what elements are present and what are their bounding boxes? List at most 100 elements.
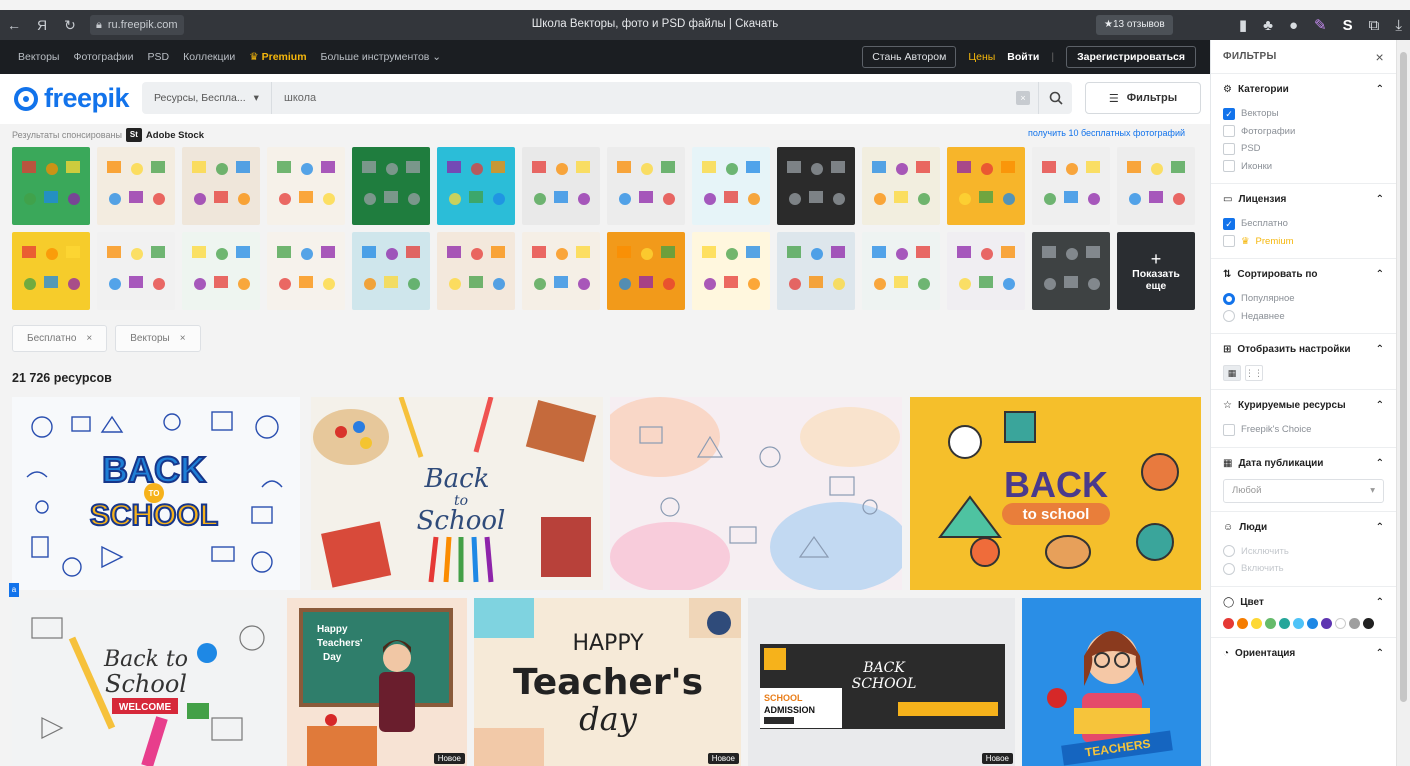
sponsored-thumbnail[interactable] <box>352 232 430 310</box>
radio[interactable] <box>1223 310 1235 323</box>
section-header[interactable]: ⚙ Категории ⌃ <box>1223 84 1384 95</box>
checkbox[interactable] <box>1223 423 1235 436</box>
curated-option-freepik-choice[interactable]: Freepik's Choice <box>1223 421 1384 439</box>
filters-button[interactable]: ☰ Фильтры <box>1085 82 1201 114</box>
chevron-up-icon[interactable]: ⌃ <box>1376 194 1384 205</box>
nav-vectors[interactable]: Векторы <box>18 51 59 63</box>
sponsored-thumbnail[interactable] <box>1117 147 1195 225</box>
radio[interactable] <box>1223 545 1235 558</box>
color-swatch[interactable] <box>1279 617 1290 629</box>
result-teachers-girl-reading[interactable]: TEACHERS <box>1022 598 1201 766</box>
reload-icon[interactable]: ↻ <box>56 17 84 34</box>
date-select[interactable]: Любой ▾ <box>1223 478 1384 503</box>
nav-more-tools[interactable]: Больше инструментов ⌄ <box>321 51 442 63</box>
sponsored-thumbnail[interactable] <box>607 147 685 225</box>
section-header[interactable]: ▭ Лицензия ⌃ <box>1223 194 1384 205</box>
section-header[interactable]: ▦ Дата публикации ⌃ <box>1223 458 1384 469</box>
become-author-button[interactable]: Стань Автором <box>862 46 957 68</box>
address-bar[interactable]: 🔒︎ ru.freepik.com <box>90 15 184 35</box>
radio[interactable] <box>1223 292 1235 305</box>
freepik-logo[interactable]: freepik <box>12 83 130 114</box>
license-option-free[interactable]: ✓ Бесплатно <box>1223 215 1384 233</box>
result-happy-teachers-day-board[interactable]: Happy Teachers' Day Новое <box>287 598 467 766</box>
section-header[interactable]: ☆ Курируемые ресурсы ⌃ <box>1223 400 1384 411</box>
sponsored-thumbnail[interactable] <box>947 232 1025 310</box>
result-back-to-school-yellow[interactable]: BACK to school <box>910 397 1201 590</box>
color-swatch[interactable] <box>1335 617 1346 629</box>
close-icon[interactable]: × <box>1376 49 1384 65</box>
close-icon[interactable]: × <box>86 333 92 344</box>
chevron-up-icon[interactable]: ⌃ <box>1376 458 1384 469</box>
sponsored-thumbnail[interactable] <box>862 232 940 310</box>
extension-pen-icon[interactable]: ✎ <box>1314 16 1327 34</box>
chevron-up-icon[interactable]: ⌃ <box>1376 648 1384 659</box>
download-icon[interactable]: ⤓ <box>1395 17 1402 34</box>
category-option[interactable]: ✓ Векторы <box>1223 105 1384 123</box>
prices-link[interactable]: Цены <box>968 51 995 63</box>
people-option-exclude[interactable]: Исключить <box>1223 543 1384 561</box>
sponsored-thumbnail[interactable] <box>182 147 260 225</box>
bookmark-icon[interactable]: ▮ <box>1239 16 1247 34</box>
checkbox[interactable] <box>1223 235 1235 248</box>
color-swatch[interactable] <box>1363 617 1374 629</box>
chevron-up-icon[interactable]: ⌃ <box>1376 344 1384 355</box>
show-more-button[interactable]: + Показать еще <box>1117 232 1195 310</box>
result-happy-teachers-day-lettering[interactable]: HAPPY Teacher's day Новое <box>474 598 741 766</box>
nav-photos[interactable]: Фотографии <box>73 51 133 63</box>
feedback-tab[interactable]: a <box>9 583 19 597</box>
close-icon[interactable]: × <box>180 333 186 344</box>
extension-copy-icon[interactable]: ⧉ <box>1369 17 1380 34</box>
sponsored-thumbnail[interactable] <box>777 232 855 310</box>
search-button[interactable] <box>1038 82 1072 114</box>
sponsored-thumbnail[interactable] <box>437 147 515 225</box>
section-header[interactable]: ☺ Люди ⌃ <box>1223 522 1384 533</box>
sponsored-thumbnail[interactable] <box>947 147 1025 225</box>
clear-search-button[interactable]: × <box>1016 91 1030 105</box>
checkbox[interactable]: ✓ <box>1223 107 1235 120</box>
result-back-to-school-watercolor[interactable]: Back to School <box>311 397 603 590</box>
tag-vectors[interactable]: Векторы × <box>115 325 201 352</box>
category-option[interactable]: Фотографии <box>1223 123 1384 141</box>
sponsored-thumbnail[interactable] <box>267 147 345 225</box>
sponsored-thumbnail[interactable] <box>352 147 430 225</box>
nav-psd[interactable]: PSD <box>148 51 170 63</box>
back-arrow-icon[interactable]: ← <box>0 17 28 33</box>
checkbox[interactable]: ✓ <box>1223 217 1235 230</box>
grid-large-icon[interactable]: ▦ <box>1223 365 1241 381</box>
grid-small-icon[interactable]: ⋮⋮ <box>1245 365 1263 381</box>
search-input[interactable] <box>272 83 972 113</box>
color-swatch[interactable] <box>1223 617 1234 629</box>
chevron-up-icon[interactable]: ⌃ <box>1376 597 1384 608</box>
scrollbar-thumb[interactable] <box>1400 52 1407 702</box>
result-school-admission-banner[interactable]: BACK SCHOOL SCHOOL ADMISSION Новое <box>748 598 1015 766</box>
section-header[interactable]: ◯ Цвет ⌃ <box>1223 597 1384 608</box>
resource-type-select[interactable]: Ресурсы, Беспла... ▾ <box>142 82 272 114</box>
chevron-up-icon[interactable]: ⌃ <box>1376 269 1384 280</box>
extension-s-icon[interactable]: S <box>1343 17 1353 34</box>
sponsor-brand[interactable]: Adobe Stock <box>146 130 204 141</box>
checkbox[interactable] <box>1223 125 1235 138</box>
yandex-icon[interactable]: Я <box>28 17 56 33</box>
checkbox[interactable] <box>1223 142 1235 155</box>
sort-option-popular[interactable]: Популярное <box>1223 290 1384 308</box>
sponsored-thumbnail[interactable] <box>522 147 600 225</box>
section-header[interactable]: ⊞ Отобразить настройки ⌃ <box>1223 344 1384 355</box>
sponsored-thumbnail[interactable] <box>12 232 90 310</box>
extension-circle-icon[interactable]: ● <box>1289 17 1298 34</box>
section-header[interactable]: ◔ Ориентация ⌃ <box>1223 648 1384 659</box>
sponsored-thumbnail[interactable] <box>182 232 260 310</box>
extension-puzzle-icon[interactable]: ♣ <box>1263 17 1273 34</box>
free-photos-link[interactable]: получить 10 бесплатных фотографий <box>1028 128 1185 138</box>
radio[interactable] <box>1223 562 1235 575</box>
page-scrollbar[interactable] <box>1396 40 1410 766</box>
sponsored-thumbnail[interactable] <box>97 232 175 310</box>
sponsored-thumbnail[interactable] <box>12 147 90 225</box>
sponsored-thumbnail[interactable] <box>437 232 515 310</box>
tag-free[interactable]: Бесплатно × <box>12 325 108 352</box>
result-back-to-school-doodle[interactable]: BACK TO SCHOOL <box>12 397 300 590</box>
chevron-up-icon[interactable]: ⌃ <box>1376 400 1384 411</box>
section-header[interactable]: ⇅ Сортировать по ⌃ <box>1223 269 1384 280</box>
sponsored-thumbnail[interactable] <box>692 147 770 225</box>
sort-option-recent[interactable]: Недавнее <box>1223 308 1384 326</box>
sponsored-thumbnail[interactable] <box>97 147 175 225</box>
